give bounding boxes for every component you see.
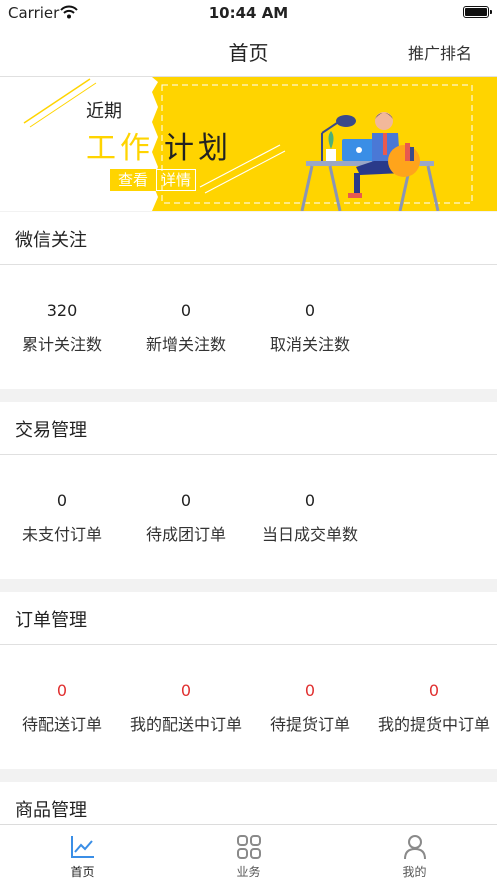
- tab-label: 业务: [236, 865, 261, 879]
- promotion-ranking-button[interactable]: 推广排名: [408, 40, 472, 64]
- stat-my-picking-up[interactable]: 0 我的提货中订单: [372, 679, 496, 735]
- wechat-section-header: 微信关注: [0, 212, 497, 265]
- nav-bar: 首页 推广排名: [0, 26, 497, 77]
- stat-label: 取消关注数: [269, 335, 350, 354]
- section-title: 交易管理: [15, 420, 87, 441]
- stat-value: 0: [304, 681, 316, 700]
- section-title: 微信关注: [15, 230, 87, 251]
- orders-section-header: 订单管理: [0, 592, 497, 645]
- tab-home[interactable]: 首页: [0, 825, 165, 884]
- stat-label: 当日成交单数: [261, 525, 358, 544]
- stat-value: 0: [428, 681, 440, 700]
- stat-label: 累计关注数: [21, 335, 102, 354]
- stat-value: 0: [180, 491, 192, 510]
- stat-label: 我的配送中订单: [129, 715, 242, 734]
- stat-value: 0: [180, 301, 192, 320]
- view-details-left: 查看: [110, 169, 156, 191]
- tab-business[interactable]: 业务: [166, 825, 331, 884]
- stat-value: 0: [304, 301, 316, 320]
- tab-label: 首页: [70, 865, 95, 879]
- stat-label: 待成团订单: [145, 525, 226, 544]
- banner-small-title: 近期: [86, 101, 122, 122]
- battery-icon: [463, 6, 492, 18]
- stat-unfollows[interactable]: 0 取消关注数: [248, 299, 372, 355]
- view-details-button[interactable]: 查看 详情: [110, 169, 196, 191]
- stat-pending-group-orders[interactable]: 0 待成团订单: [124, 489, 248, 545]
- stat-label: 未支付订单: [21, 525, 102, 544]
- section-title: 商品管理: [15, 800, 87, 821]
- work-plan-banner[interactable]: 近期 工作 计划 查看 详情: [0, 77, 497, 211]
- stat-value: 320: [46, 301, 78, 320]
- wechat-stats: 320 累计关注数 0 新增关注数 0 取消关注数: [0, 265, 497, 389]
- stat-new-followers[interactable]: 0 新增关注数: [124, 299, 248, 355]
- orders-stats: 0 待配送订单 0 我的配送中订单 0 待提货订单 0 我的提货中订单: [0, 645, 497, 769]
- banner-illustration: [23, 77, 497, 211]
- stat-unpaid-orders[interactable]: 0 未支付订单: [0, 489, 124, 545]
- stat-total-followers[interactable]: 320 累计关注数: [0, 299, 124, 355]
- trade-stats: 0 未支付订单 0 待成团订单 0 当日成交单数: [0, 455, 497, 579]
- stat-label: 待提货订单: [269, 715, 350, 734]
- tab-label: 我的: [402, 865, 427, 879]
- stat-value: 0: [304, 491, 316, 510]
- user-icon: [404, 835, 426, 860]
- trade-section-header: 交易管理: [0, 402, 497, 455]
- stat-value: 0: [180, 681, 192, 700]
- banner-title-part2: 计划: [164, 131, 232, 166]
- tab-bar: 首页 业务 我的: [0, 824, 497, 884]
- stat-value: 0: [56, 681, 68, 700]
- stat-pending-delivery[interactable]: 0 待配送订单: [0, 679, 124, 735]
- view-details-right: 详情: [156, 169, 196, 191]
- stat-label: 新增关注数: [145, 335, 226, 354]
- tab-mine[interactable]: 我的: [332, 825, 497, 884]
- section-title: 订单管理: [15, 610, 87, 631]
- stat-label: 待配送订单: [21, 715, 102, 734]
- stat-value: 0: [56, 491, 68, 510]
- clock: 10:44 AM: [208, 4, 289, 22]
- stat-today-deals[interactable]: 0 当日成交单数: [248, 489, 372, 545]
- grid-icon: [237, 835, 261, 859]
- stat-my-delivering[interactable]: 0 我的配送中订单: [124, 679, 248, 735]
- stat-pending-pickup[interactable]: 0 待提货订单: [248, 679, 372, 735]
- stat-label: 我的提货中订单: [377, 715, 490, 734]
- line-chart-icon: [71, 836, 94, 858]
- status-bar: Carrier 10:44 AM: [0, 0, 497, 26]
- banner-title-part1: 工作: [86, 131, 154, 166]
